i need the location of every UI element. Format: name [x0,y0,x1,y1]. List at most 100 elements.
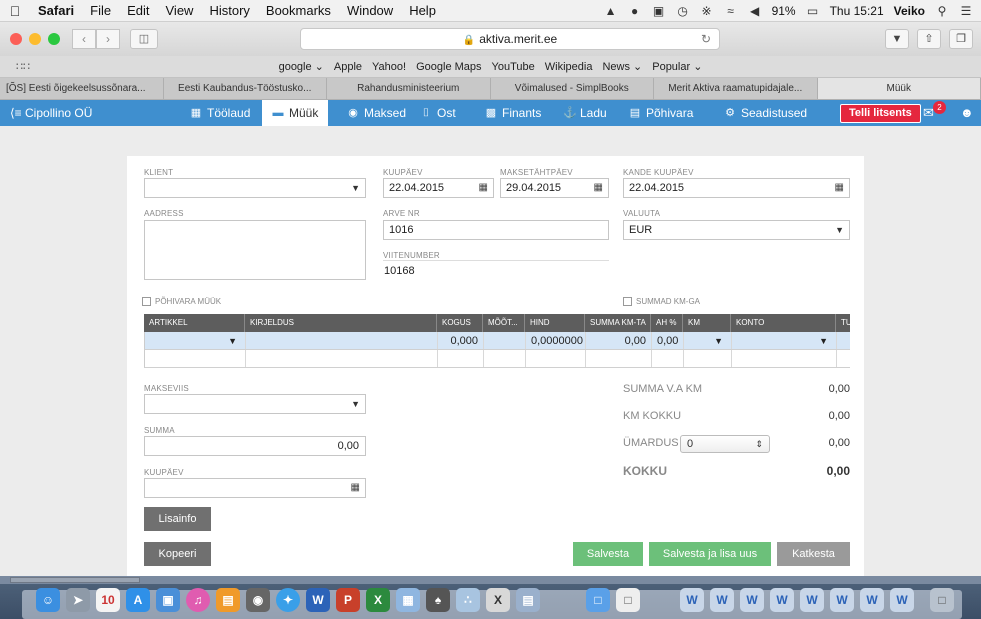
fav-google-maps[interactable]: Google Maps [411,61,486,73]
kirjeldus-cell[interactable] [246,350,438,367]
word-document-icon[interactable]: W [770,588,794,612]
company-switcher[interactable]: ⟨≡ Cipollino OÜ [10,100,92,126]
nav-seadistused[interactable]: ⚙ Seadistused [724,100,807,126]
wifi-icon[interactable]: ≈ [724,5,738,17]
hind-cell[interactable] [526,350,586,367]
launchpad-icon[interactable]: ➤ [66,588,90,612]
word-document-icon[interactable]: W [710,588,734,612]
word-document-icon[interactable]: W [890,588,914,612]
app-store-icon[interactable]: A [126,588,150,612]
fav-apple[interactable]: Apple [329,61,367,73]
km-cell[interactable] [684,350,732,367]
time-machine-icon[interactable]: ◷ [676,5,690,17]
display-icon[interactable]: ▣ [652,5,666,17]
ah-cell[interactable]: 0,00 [652,332,684,349]
tu-cell[interactable] [837,350,851,367]
konto-cell[interactable] [732,350,837,367]
col-moot[interactable]: MÕÕT... [483,314,525,332]
word-icon[interactable]: W [306,588,330,612]
moot-cell[interactable] [484,332,526,349]
fav-yahoo[interactable]: Yahoo! [367,61,411,73]
summa-cell[interactable] [586,350,652,367]
top-sites-icon[interactable]: ∷∷ [16,60,30,73]
nav-finants[interactable]: ▩ Finants [485,100,542,126]
trash-icon[interactable]: □ [930,588,954,612]
tab-os[interactable]: [ÕS] Eesti õigekeelsussõnara... [0,78,164,99]
user-name[interactable]: Veiko [894,4,925,18]
share-icon[interactable]: ⇧ [917,29,941,49]
battery-icon[interactable]: ▭ [806,5,820,17]
nav-pohivara[interactable]: ▤ Põhivara [629,100,694,126]
tabs-overview-icon[interactable]: ❐ [949,29,973,49]
save-button[interactable]: Salvesta [573,542,643,566]
currency-select[interactable]: EUR ▼ [623,220,850,240]
ibooks-icon[interactable]: ▤ [216,588,240,612]
calendar-icon[interactable]: ▦ [835,179,844,197]
menu-window[interactable]: Window [339,3,401,18]
sidebar-toggle-icon[interactable]: ◫ [130,29,158,49]
forward-icon[interactable]: › [96,29,120,49]
tab-rahandus[interactable]: Rahandusministeerium [327,78,491,99]
cancel-button[interactable]: Katkesta [777,542,850,566]
col-ah[interactable]: AH % [651,314,683,332]
payment-method-select[interactable]: ▼ [144,394,366,414]
date-input[interactable]: 22.04.2015 ▦ [383,178,494,198]
order-license-button[interactable]: Telli litsents [840,104,921,123]
download-icon[interactable]: ▼ [885,29,909,49]
konto-cell[interactable]: ▼ [732,332,837,349]
preview-icon[interactable]: ▣ [156,588,180,612]
tab-muuk[interactable]: Müük [817,78,981,99]
bluetooth-icon[interactable]: ※ [700,5,714,17]
summa-cell[interactable]: 0,00 [586,332,652,349]
col-kogus[interactable]: KOGUS [437,314,483,332]
user-icon[interactable]: ☻ [960,105,974,120]
reload-icon[interactable]: ↻ [701,29,711,49]
copy-button[interactable]: Kopeeri [144,542,211,566]
due-date-input[interactable]: 29.04.2015 ▦ [500,178,609,198]
calendar-icon[interactable]: 10 [96,588,120,612]
preview-app-icon[interactable]: ▦ [396,588,420,612]
extra-info-button[interactable]: Lisainfo [144,507,211,531]
payment-date-input[interactable]: ▦ [144,478,366,498]
volume-icon[interactable]: ◀ [748,5,762,17]
calendar-icon[interactable]: ▦ [351,479,360,497]
moot-cell[interactable] [484,350,526,367]
artikkel-cell[interactable]: ▼ [145,332,246,349]
menu-edit[interactable]: Edit [119,3,157,18]
activity-icon[interactable]: ∴ [456,588,480,612]
itunes-icon[interactable]: ♫ [186,588,210,612]
tu-cell[interactable] [837,332,851,349]
photo-booth-icon[interactable]: ◉ [246,588,270,612]
tab-merit-aktiva[interactable]: Merit Aktiva raamatupidajale... [654,78,818,99]
menu-view[interactable]: View [158,3,202,18]
menu-bookmarks[interactable]: Bookmarks [258,3,339,18]
nav-maksed[interactable]: ◉ Maksed [347,100,406,126]
clock[interactable]: Thu 15:21 [830,4,884,18]
kogus-cell[interactable] [438,350,484,367]
calendar-icon[interactable]: ▦ [594,179,603,197]
powerpoint-icon[interactable]: P [336,588,360,612]
nav-ost[interactable]: ⌷ Ost [420,100,456,126]
client-select[interactable]: ▼ [144,178,366,198]
kirjeldus-cell[interactable] [246,332,438,349]
word-document-icon[interactable]: W [680,588,704,612]
col-artikkel[interactable]: ARTIKKEL [144,314,245,332]
menu-history[interactable]: History [201,3,257,18]
hind-cell[interactable]: 0,0000000 [526,332,586,349]
artikkel-cell[interactable] [145,350,246,367]
zoom-window-button[interactable] [48,33,60,45]
table-row[interactable]: ▼ 0,000 0,0000000 0,00 0,00 ▼ ▼ [144,332,850,350]
table-row[interactable] [144,350,850,368]
drive-icon[interactable]: ▲ [604,5,618,17]
payment-amount-input[interactable]: 0,00 [144,436,366,456]
horizontal-scrollbar[interactable] [10,577,140,583]
finder-icon[interactable]: ☺ [36,588,60,612]
word-document-icon[interactable]: W [830,588,854,612]
safari-icon[interactable]: ✦ [276,588,300,612]
col-hind[interactable]: HIND [525,314,585,332]
blank-document-icon[interactable]: □ [616,588,640,612]
nav-muuk[interactable]: ▬ Müük [262,100,329,126]
notification-center-icon[interactable]: ☰ [959,5,973,17]
utility-icon[interactable]: ♠ [426,588,450,612]
col-kirjeldus[interactable]: KIRJELDUS [245,314,437,332]
